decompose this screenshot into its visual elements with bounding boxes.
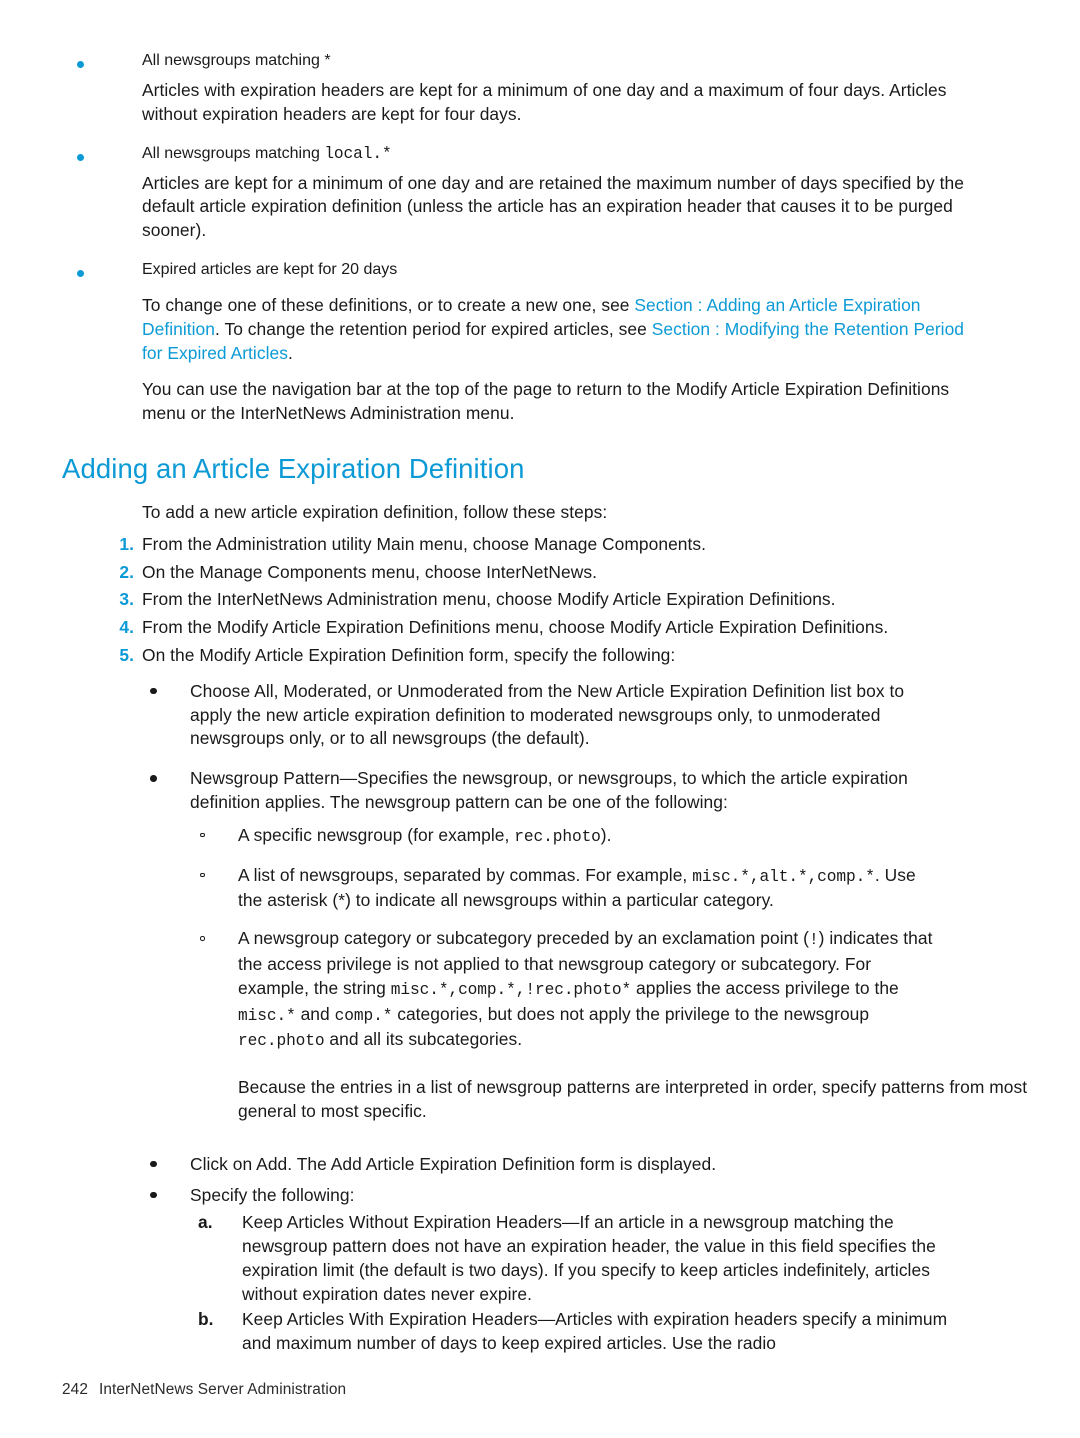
text-fragment: categories, but does not apply the privi…	[392, 1003, 870, 1024]
text-fragment: ).	[600, 824, 612, 845]
step-text: From the InterNetNews Administration men…	[142, 589, 836, 610]
paragraph: Because the entries in a list of newsgro…	[238, 1077, 1028, 1121]
inline-code: !	[808, 931, 819, 950]
step-text: On the Modify Article Expiration Definit…	[142, 644, 676, 665]
list-item: All newsgroups matching local.*	[62, 145, 982, 163]
step-text: On the Manage Components menu, choose In…	[142, 561, 597, 582]
page-content: All newsgroups matching * Articles with …	[62, 52, 1027, 1357]
list-item: A list of newsgroups, separated by comma…	[190, 864, 936, 914]
hollow-bullet-marker-icon	[200, 936, 205, 941]
cross-reference-paragraph: To change one of these definitions, or t…	[142, 294, 980, 365]
step-text: From the Modify Article Expiration Defin…	[142, 617, 889, 638]
paragraph: You can use the navigation bar at the to…	[142, 379, 950, 424]
list-item-text: Keep Articles With Expiration Headers—Ar…	[242, 1309, 948, 1354]
bullet-marker-icon	[77, 269, 84, 277]
list-item-text: Keep Articles Without Expiration Headers…	[242, 1212, 936, 1304]
step-item: 2. On the Manage Components menu, choose…	[62, 561, 982, 585]
bullet-label: All newsgroups matching local.*	[142, 144, 392, 163]
text-fragment: and all its subcategories.	[324, 1029, 523, 1050]
step-item: 3. From the InterNetNews Administration …	[62, 588, 982, 612]
paragraph: Articles are kept for a minimum of one d…	[142, 172, 964, 241]
newsgroup-pattern-list: A specific newsgroup (for example, rec.p…	[190, 824, 934, 1054]
inline-code: comp.*	[334, 1006, 393, 1025]
step-item: 1. From the Administration utility Main …	[62, 533, 982, 557]
list-item-letter: b.	[198, 1309, 214, 1330]
list-item-text: A newsgroup category or subcategory prec…	[238, 928, 933, 1051]
xref-text-3: .	[287, 342, 293, 363]
bullet-marker-icon	[77, 61, 84, 68]
step5-bullet-list: Choose All, Moderated, or Unmoderated fr…	[142, 680, 1027, 1357]
bullet-marker-icon	[150, 1160, 157, 1168]
inline-code: rec.photo	[238, 1032, 325, 1051]
text-fragment: and	[295, 1003, 335, 1024]
list-item: Expired articles are kept for 20 days	[62, 261, 982, 279]
paragraph: To add a new article expiration definiti…	[142, 501, 608, 522]
list-item-text: A list of newsgroups, separated by comma…	[238, 865, 916, 911]
bullet-label: All newsgroups matching *	[142, 52, 331, 69]
list-item: Click on Add. The Add Article Expiration…	[142, 1153, 934, 1177]
list-item-text: Choose All, Moderated, or Unmoderated fr…	[190, 680, 905, 749]
bullet-marker-icon	[150, 687, 157, 695]
text-fragment: A list of newsgroups, separated by comma…	[238, 864, 693, 885]
xref-text-2: . To change the retention period for exp…	[215, 318, 652, 339]
text-fragment: A specific newsgroup (for example,	[238, 824, 515, 845]
steps-list: 1. From the Administration utility Main …	[62, 533, 1027, 1357]
inline-code: misc.*,alt.*,comp.*	[692, 867, 875, 886]
list-item: a. Keep Articles Without Expiration Head…	[190, 1211, 950, 1306]
step-number: 1.	[119, 533, 134, 554]
list-item-text: Specify the following:	[190, 1184, 355, 1205]
text-fragment: applies the access privilege to the	[631, 977, 899, 998]
page-footer: 242 InterNetNews Server Administration	[62, 1380, 346, 1400]
list-item: Newsgroup Pattern—Specifies the newsgrou…	[142, 767, 1027, 1137]
bullet-label: Expired articles are kept for 20 days	[142, 260, 398, 278]
paragraph: Articles with expiration headers are kep…	[142, 80, 947, 124]
bullet-label-text: All newsgroups matching	[142, 144, 325, 162]
list-item-text: A specific newsgroup (for example, rec.p…	[238, 824, 612, 846]
hollow-bullet-marker-icon	[200, 872, 205, 878]
text-fragment: A newsgroup category or subcategory prec…	[238, 928, 809, 949]
inline-code: rec.photo	[514, 827, 601, 846]
list-item: b. Keep Articles With Expiration Headers…	[190, 1308, 950, 1356]
bullet-marker-icon	[77, 153, 84, 161]
xref-text-1: To change one of these definitions, or t…	[142, 294, 635, 315]
footer-title: InterNetNews Server Administration	[98, 1381, 347, 1398]
step-item: 5. On the Modify Article Expiration Defi…	[62, 644, 1027, 1357]
inline-code: local.*	[324, 144, 392, 163]
step-number: 5.	[119, 644, 134, 665]
list-item-text: Newsgroup Pattern—Specifies the newsgrou…	[190, 768, 908, 812]
page-number: 242	[62, 1381, 88, 1398]
inline-code: misc.*,comp.*,!rec.photo*	[390, 980, 632, 999]
list-item-letter: a.	[198, 1212, 213, 1233]
list-item: A specific newsgroup (for example, rec.p…	[190, 824, 936, 850]
step-number: 3.	[119, 589, 134, 610]
list-item-text: Click on Add. The Add Article Expiration…	[190, 1153, 717, 1174]
step-item: 4. From the Modify Article Expiration De…	[62, 616, 982, 640]
hollow-bullet-marker-icon	[200, 832, 205, 838]
specify-fields-list: a. Keep Articles Without Expiration Head…	[190, 1211, 947, 1356]
list-item: Specify the following: a. Keep Articles …	[142, 1184, 947, 1357]
section-heading: Adding an Article Expiration Definition	[62, 452, 525, 484]
document-page: All newsgroups matching * Articles with …	[0, 0, 1080, 1438]
bullet-marker-icon	[150, 1191, 157, 1198]
step-number: 2.	[119, 561, 134, 582]
list-item: All newsgroups matching *	[62, 52, 982, 70]
inline-code: misc.*	[238, 1006, 296, 1025]
list-item: A newsgroup category or subcategory prec…	[190, 927, 936, 1054]
step-number: 4.	[119, 617, 134, 638]
bullet-marker-icon	[150, 775, 157, 782]
step-text: From the Administration utility Main men…	[142, 533, 707, 554]
list-item: Choose All, Moderated, or Unmoderated fr…	[142, 680, 934, 751]
